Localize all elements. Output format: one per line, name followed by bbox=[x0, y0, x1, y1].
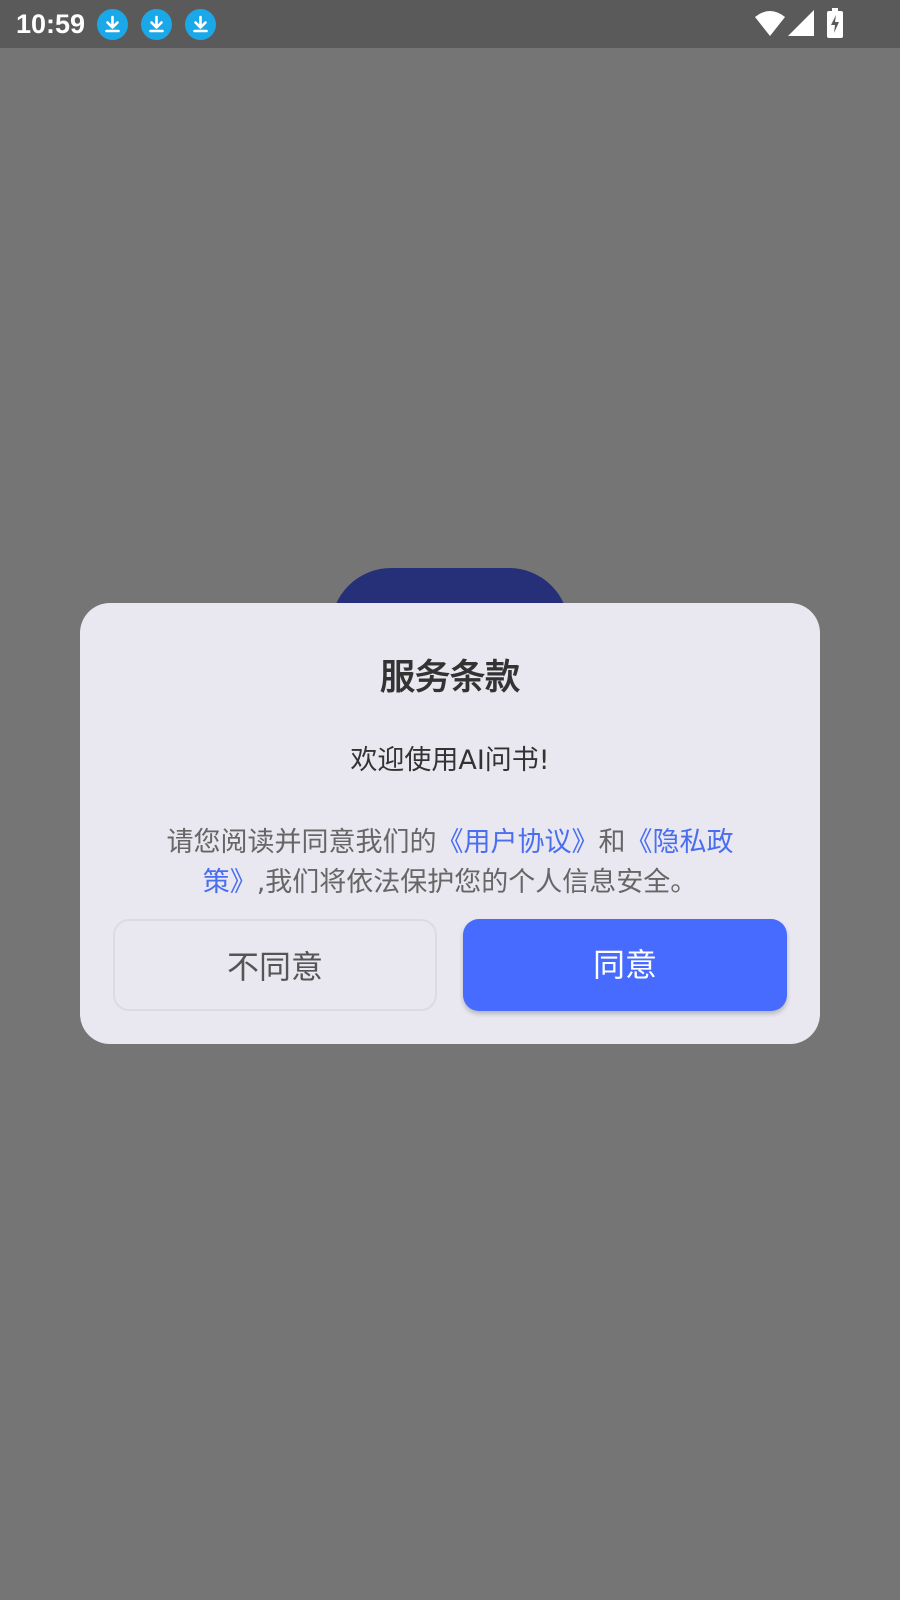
welcome-text: 欢迎使用AI问书! bbox=[350, 745, 550, 776]
terms-dialog: 服务条款 欢迎使用AI问书! 请您阅读并同意我们的《用户协议》和《隐私政策》,我… bbox=[80, 603, 820, 1044]
download-icon bbox=[185, 9, 216, 40]
message-suffix: ,我们将依法保护您的个人信息安全。 bbox=[256, 867, 698, 898]
wifi-icon bbox=[755, 10, 785, 40]
agree-button[interactable]: 同意 bbox=[463, 919, 787, 1011]
download-icon bbox=[141, 9, 172, 40]
message-conjunction: 和 bbox=[598, 827, 626, 858]
signal-icon bbox=[788, 10, 814, 40]
battery-charging-icon bbox=[826, 8, 844, 42]
status-bar: 10:59 bbox=[0, 0, 900, 48]
dialog-message: 请您阅读并同意我们的《用户协议》和《隐私政策》,我们将依法保护您的个人信息安全。 bbox=[150, 823, 750, 903]
disagree-button[interactable]: 不同意 bbox=[113, 919, 437, 1011]
message-prefix: 请您阅读并同意我们的 bbox=[166, 827, 437, 858]
status-time: 10:59 bbox=[16, 9, 86, 39]
dialog-title: 服务条款 bbox=[379, 658, 520, 698]
download-icon bbox=[97, 9, 128, 40]
user-agreement-link[interactable]: 《用户协议》 bbox=[437, 827, 599, 858]
